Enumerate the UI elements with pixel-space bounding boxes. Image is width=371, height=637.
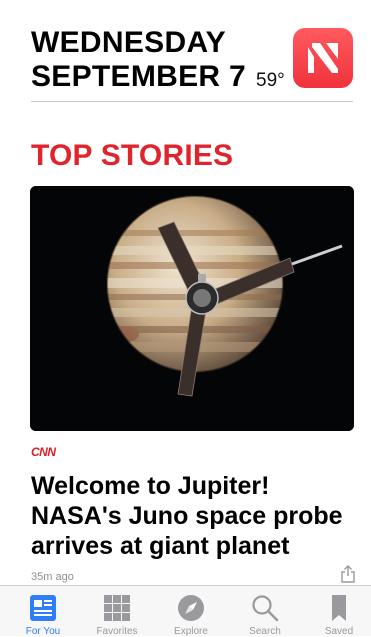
bookmark-icon (324, 593, 354, 623)
story-timestamp: 35m ago (31, 571, 74, 583)
temperature: 59° (256, 70, 285, 91)
day-of-week: WEDNESDAY (31, 26, 226, 59)
date-row: SEPTEMBER 7 59° (31, 60, 285, 96)
section-title: TOP STORIES (31, 139, 234, 172)
date-label: SEPTEMBER 7 (31, 60, 247, 93)
source-logo-cnn[interactable]: CNN (31, 445, 56, 459)
story-image[interactable] (30, 186, 354, 431)
header-divider (31, 101, 353, 102)
tab-favorites[interactable]: Favorites (80, 586, 154, 637)
tab-saved[interactable]: Saved (302, 586, 371, 637)
tab-search[interactable]: Search (228, 586, 302, 637)
tab-bar: For You Favorites Explore Search Saved (0, 585, 371, 637)
date-header: WEDNESDAY SEPTEMBER 7 59° (31, 26, 353, 102)
compass-icon (176, 593, 206, 623)
apple-news-icon (293, 28, 353, 88)
tab-label: Search (249, 626, 281, 637)
grid-icon (102, 593, 132, 623)
search-icon (250, 593, 280, 623)
story-headline[interactable]: Welcome to Jupiter! NASA's Juno space pr… (31, 471, 351, 561)
tab-label: Explore (174, 626, 208, 637)
newspaper-icon (28, 593, 58, 623)
tab-label: For You (25, 626, 61, 637)
tab-explore[interactable]: Explore (154, 586, 228, 637)
share-icon[interactable] (340, 565, 356, 583)
tab-label: Favorites (96, 626, 138, 637)
tab-label: Saved (324, 626, 354, 637)
tab-for-you[interactable]: For You (6, 586, 80, 637)
